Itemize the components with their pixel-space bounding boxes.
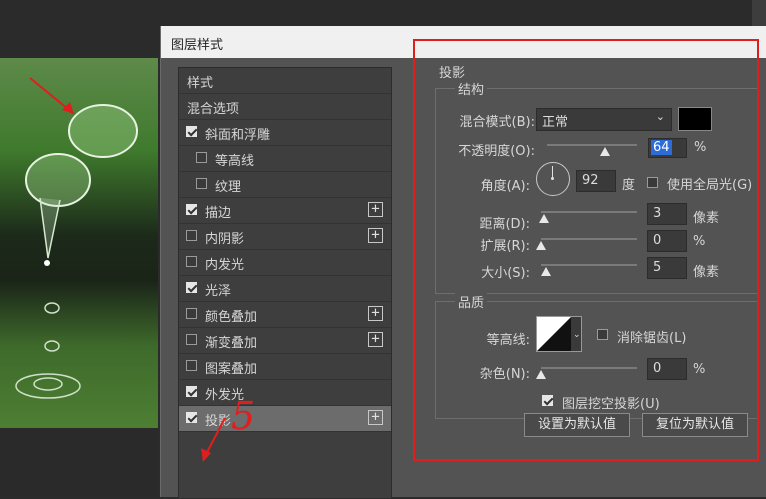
canvas-photo <box>0 58 158 428</box>
add-effect-plus-icon[interactable]: + <box>368 332 383 347</box>
style-item-label: 纹理 <box>215 180 242 195</box>
style-item-5[interactable]: 内阴影 + <box>179 224 391 250</box>
style-item-label: 内发光 <box>205 258 245 273</box>
add-effect-plus-icon[interactable]: + <box>368 202 383 217</box>
dialog-title: 图层样式 <box>171 38 224 53</box>
style-item-checkbox[interactable] <box>186 334 197 345</box>
style-item-9[interactable]: 渐变叠加 + <box>179 328 391 354</box>
add-effect-plus-icon[interactable]: + <box>368 228 383 243</box>
style-item-11[interactable]: 外发光 <box>179 380 391 406</box>
style-item-checkbox[interactable] <box>186 204 197 215</box>
style-item-10[interactable]: 图案叠加 <box>179 354 391 380</box>
annotation-highlight-box <box>413 39 759 461</box>
annotation-number: 5 <box>231 394 256 438</box>
style-item-label: 混合选项 <box>187 102 240 117</box>
style-item-6[interactable]: 内发光 <box>179 250 391 276</box>
style-item-checkbox[interactable] <box>186 256 197 267</box>
style-item-label: 光泽 <box>205 284 232 299</box>
style-item-label: 图案叠加 <box>205 362 258 377</box>
layer-style-dialog: 图层样式 样式 混合选项 斜面和浮雕 等高线 纹理 描边 + 内阴影 + 内发光 光泽 颜色叠加 + 渐… <box>160 26 766 499</box>
style-item-4[interactable]: 描边 + <box>179 198 391 224</box>
style-list-header[interactable]: 样式 <box>179 68 391 94</box>
style-item-label: 等高线 <box>215 154 255 169</box>
add-effect-plus-icon[interactable]: + <box>368 306 383 321</box>
style-item-checkbox[interactable] <box>186 360 197 371</box>
app-background-strip <box>752 0 766 26</box>
style-item-1[interactable]: 斜面和浮雕 <box>179 120 391 146</box>
style-item-label: 颜色叠加 <box>205 310 258 325</box>
style-item-checkbox[interactable] <box>186 282 197 293</box>
style-item-checkbox[interactable] <box>196 178 207 189</box>
style-item-7[interactable]: 光泽 <box>179 276 391 302</box>
canvas-background <box>0 428 158 497</box>
style-item-label: 渐变叠加 <box>205 336 258 351</box>
style-item-0[interactable]: 混合选项 <box>179 94 391 120</box>
style-item-checkbox[interactable] <box>186 386 197 397</box>
style-item-label: 斜面和浮雕 <box>205 128 271 143</box>
style-item-2[interactable]: 等高线 <box>179 146 391 172</box>
style-item-label: 描边 <box>205 206 232 221</box>
style-item-checkbox[interactable] <box>186 308 197 319</box>
style-item-checkbox[interactable] <box>186 126 197 137</box>
style-list-header-label: 样式 <box>187 76 214 91</box>
style-item-8[interactable]: 颜色叠加 + <box>179 302 391 328</box>
style-item-checkbox[interactable] <box>186 230 197 241</box>
style-item-checkbox[interactable] <box>196 152 207 163</box>
add-effect-plus-icon[interactable]: + <box>368 410 383 425</box>
style-item-label: 内阴影 <box>205 232 245 247</box>
water-drop-illustration <box>15 77 138 399</box>
style-item-3[interactable]: 纹理 <box>179 172 391 198</box>
